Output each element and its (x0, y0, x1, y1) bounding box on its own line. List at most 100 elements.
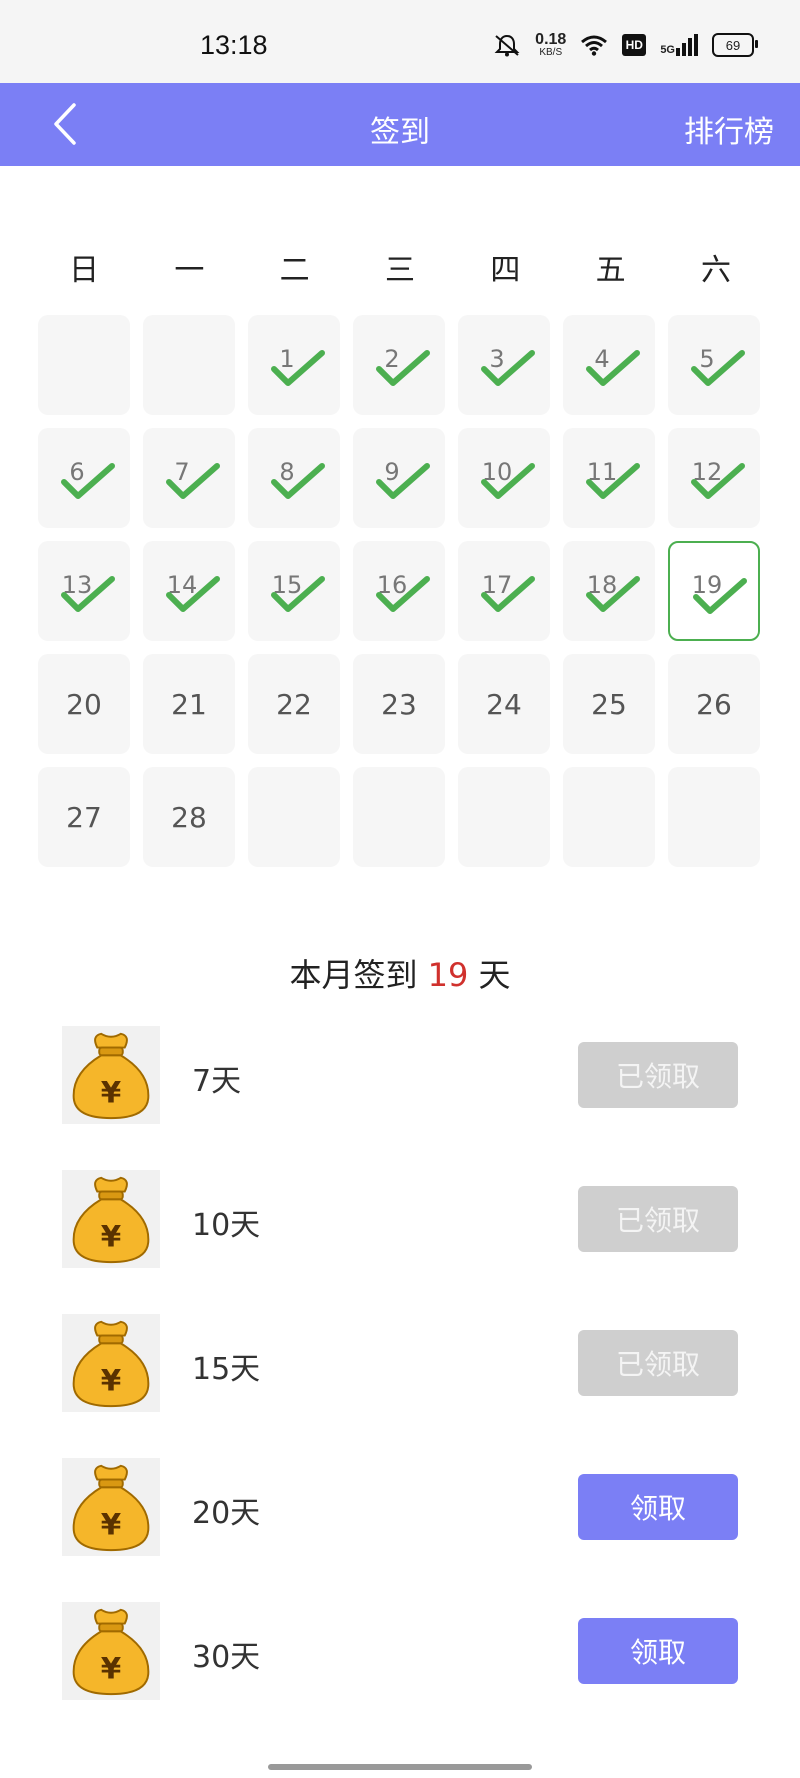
calendar-day-24[interactable]: 24 (458, 654, 550, 754)
calendar-empty-cell (353, 767, 445, 867)
weekday-header: 日 一 二 三 四 五 六 (38, 245, 762, 289)
calendar-day-2[interactable]: 2 (353, 315, 445, 415)
checkmark-icon (481, 350, 535, 386)
checkmark-icon (481, 576, 535, 612)
checkmark-icon (166, 463, 220, 499)
calendar-day-17[interactable]: 17 (458, 541, 550, 641)
network-speed: 0.18 KB/S (535, 31, 567, 58)
checkmark-icon (691, 350, 745, 386)
calendar-day-13[interactable]: 13 (38, 541, 130, 641)
calendar-day-11[interactable]: 11 (563, 428, 655, 528)
calendar-day-28[interactable]: 28 (143, 767, 235, 867)
calendar-day-16[interactable]: 16 (353, 541, 445, 641)
money-bag-icon: ¥ (62, 1314, 160, 1412)
money-bag-icon: ¥ (62, 1170, 160, 1268)
calendar-grid: 1 2 3 4 5 6 7 8 9 10 11 12 13 14 15 16 17 18 19 20 21 22 23 24 2… (38, 315, 762, 867)
home-indicator[interactable] (268, 1764, 532, 1770)
calendar-day-8[interactable]: 8 (248, 428, 340, 528)
claim-button[interactable]: 领取 (578, 1474, 738, 1540)
calendar-day-14[interactable]: 14 (143, 541, 235, 641)
wifi-icon (581, 35, 608, 56)
calendar-day-26[interactable]: 26 (668, 654, 760, 754)
calendar-day-22[interactable]: 22 (248, 654, 340, 754)
calendar-empty-cell (38, 315, 130, 415)
checkmark-icon (61, 576, 115, 612)
reward-label: 20天 (192, 1496, 261, 1531)
leaderboard-link[interactable]: 排行榜 (684, 107, 774, 151)
calendar-day-7[interactable]: 7 (143, 428, 235, 528)
calendar-empty-cell (248, 767, 340, 867)
money-bag-icon: ¥ (62, 1026, 160, 1124)
svg-text:¥: ¥ (101, 1219, 122, 1253)
claimed-button[interactable]: 已领取 (578, 1186, 738, 1252)
weekday-label: 三 (384, 253, 415, 288)
calendar-day-1[interactable]: 1 (248, 315, 340, 415)
day-number: 28 (171, 800, 207, 834)
svg-text:¥: ¥ (101, 1075, 122, 1109)
calendar-day-5[interactable]: 5 (668, 315, 760, 415)
calendar-day-20[interactable]: 20 (38, 654, 130, 754)
calendar-day-6[interactable]: 6 (38, 428, 130, 528)
checkmark-icon (376, 350, 430, 386)
calendar-day-12[interactable]: 12 (668, 428, 760, 528)
day-number: 21 (171, 687, 207, 721)
weekday-label: 四 (490, 253, 521, 288)
calendar-empty-cell (458, 767, 550, 867)
sign-in-count: 19 (427, 956, 469, 994)
weekday-label: 二 (279, 253, 310, 288)
reward-label: 15天 (192, 1352, 261, 1387)
checkmark-icon (691, 463, 745, 499)
day-number: 26 (696, 687, 732, 721)
checkmark-icon (586, 350, 640, 386)
reward-row: ¥ 7天 已领取 (62, 1026, 738, 1126)
claimed-button[interactable]: 已领取 (578, 1330, 738, 1396)
calendar-day-3[interactable]: 3 (458, 315, 550, 415)
page-title: 签到 (370, 115, 430, 150)
day-number: 25 (591, 687, 627, 721)
claimed-button[interactable]: 已领取 (578, 1042, 738, 1108)
day-number: 23 (381, 687, 417, 721)
calendar-day-23[interactable]: 23 (353, 654, 445, 754)
battery-icon: 69 (712, 33, 758, 57)
monthly-summary: 本月签到 19 天 (289, 956, 511, 994)
weekday-label: 一 (174, 253, 205, 288)
checkmark-icon (586, 463, 640, 499)
day-number: 22 (276, 687, 312, 721)
checkmark-icon (271, 463, 325, 499)
day-number: 27 (66, 800, 102, 834)
reward-row: ¥ 10天 已领取 (62, 1170, 738, 1270)
calendar-day-25[interactable]: 25 (563, 654, 655, 754)
calendar-empty-cell (563, 767, 655, 867)
checkmark-icon (271, 350, 325, 386)
claim-button[interactable]: 领取 (578, 1618, 738, 1684)
status-bar: 13:18 0.18 KB/S HD 5G 69 (0, 0, 800, 83)
calendar-day-9[interactable]: 9 (353, 428, 445, 528)
svg-text:¥: ¥ (101, 1363, 122, 1397)
checkmark-icon (61, 463, 115, 499)
weekday-label: 五 (595, 253, 626, 288)
reward-row: ¥ 15天 已领取 (62, 1314, 738, 1414)
status-icons: 0.18 KB/S HD 5G 69 (493, 31, 758, 58)
reward-label: 30天 (192, 1640, 261, 1675)
calendar-day-19[interactable]: 19 (668, 541, 760, 641)
svg-text:¥: ¥ (101, 1507, 122, 1541)
calendar-day-10[interactable]: 10 (458, 428, 550, 528)
calendar-day-4[interactable]: 4 (563, 315, 655, 415)
day-number: 20 (66, 687, 102, 721)
calendar-empty-cell (143, 315, 235, 415)
money-bag-icon: ¥ (62, 1458, 160, 1556)
calendar-day-21[interactable]: 21 (143, 654, 235, 754)
checkmark-icon (376, 576, 430, 612)
checkmark-icon (693, 578, 747, 614)
calendar-day-27[interactable]: 27 (38, 767, 130, 867)
weekday-label: 六 (700, 253, 731, 288)
bell-muted-icon (494, 34, 520, 57)
svg-text:¥: ¥ (101, 1651, 122, 1685)
hd-icon: HD (622, 34, 647, 56)
checkmark-icon (271, 576, 325, 612)
checkmark-icon (586, 576, 640, 612)
money-bag-icon: ¥ (62, 1602, 160, 1700)
calendar-day-18[interactable]: 18 (563, 541, 655, 641)
reward-label: 7天 (192, 1064, 242, 1099)
calendar-day-15[interactable]: 15 (248, 541, 340, 641)
